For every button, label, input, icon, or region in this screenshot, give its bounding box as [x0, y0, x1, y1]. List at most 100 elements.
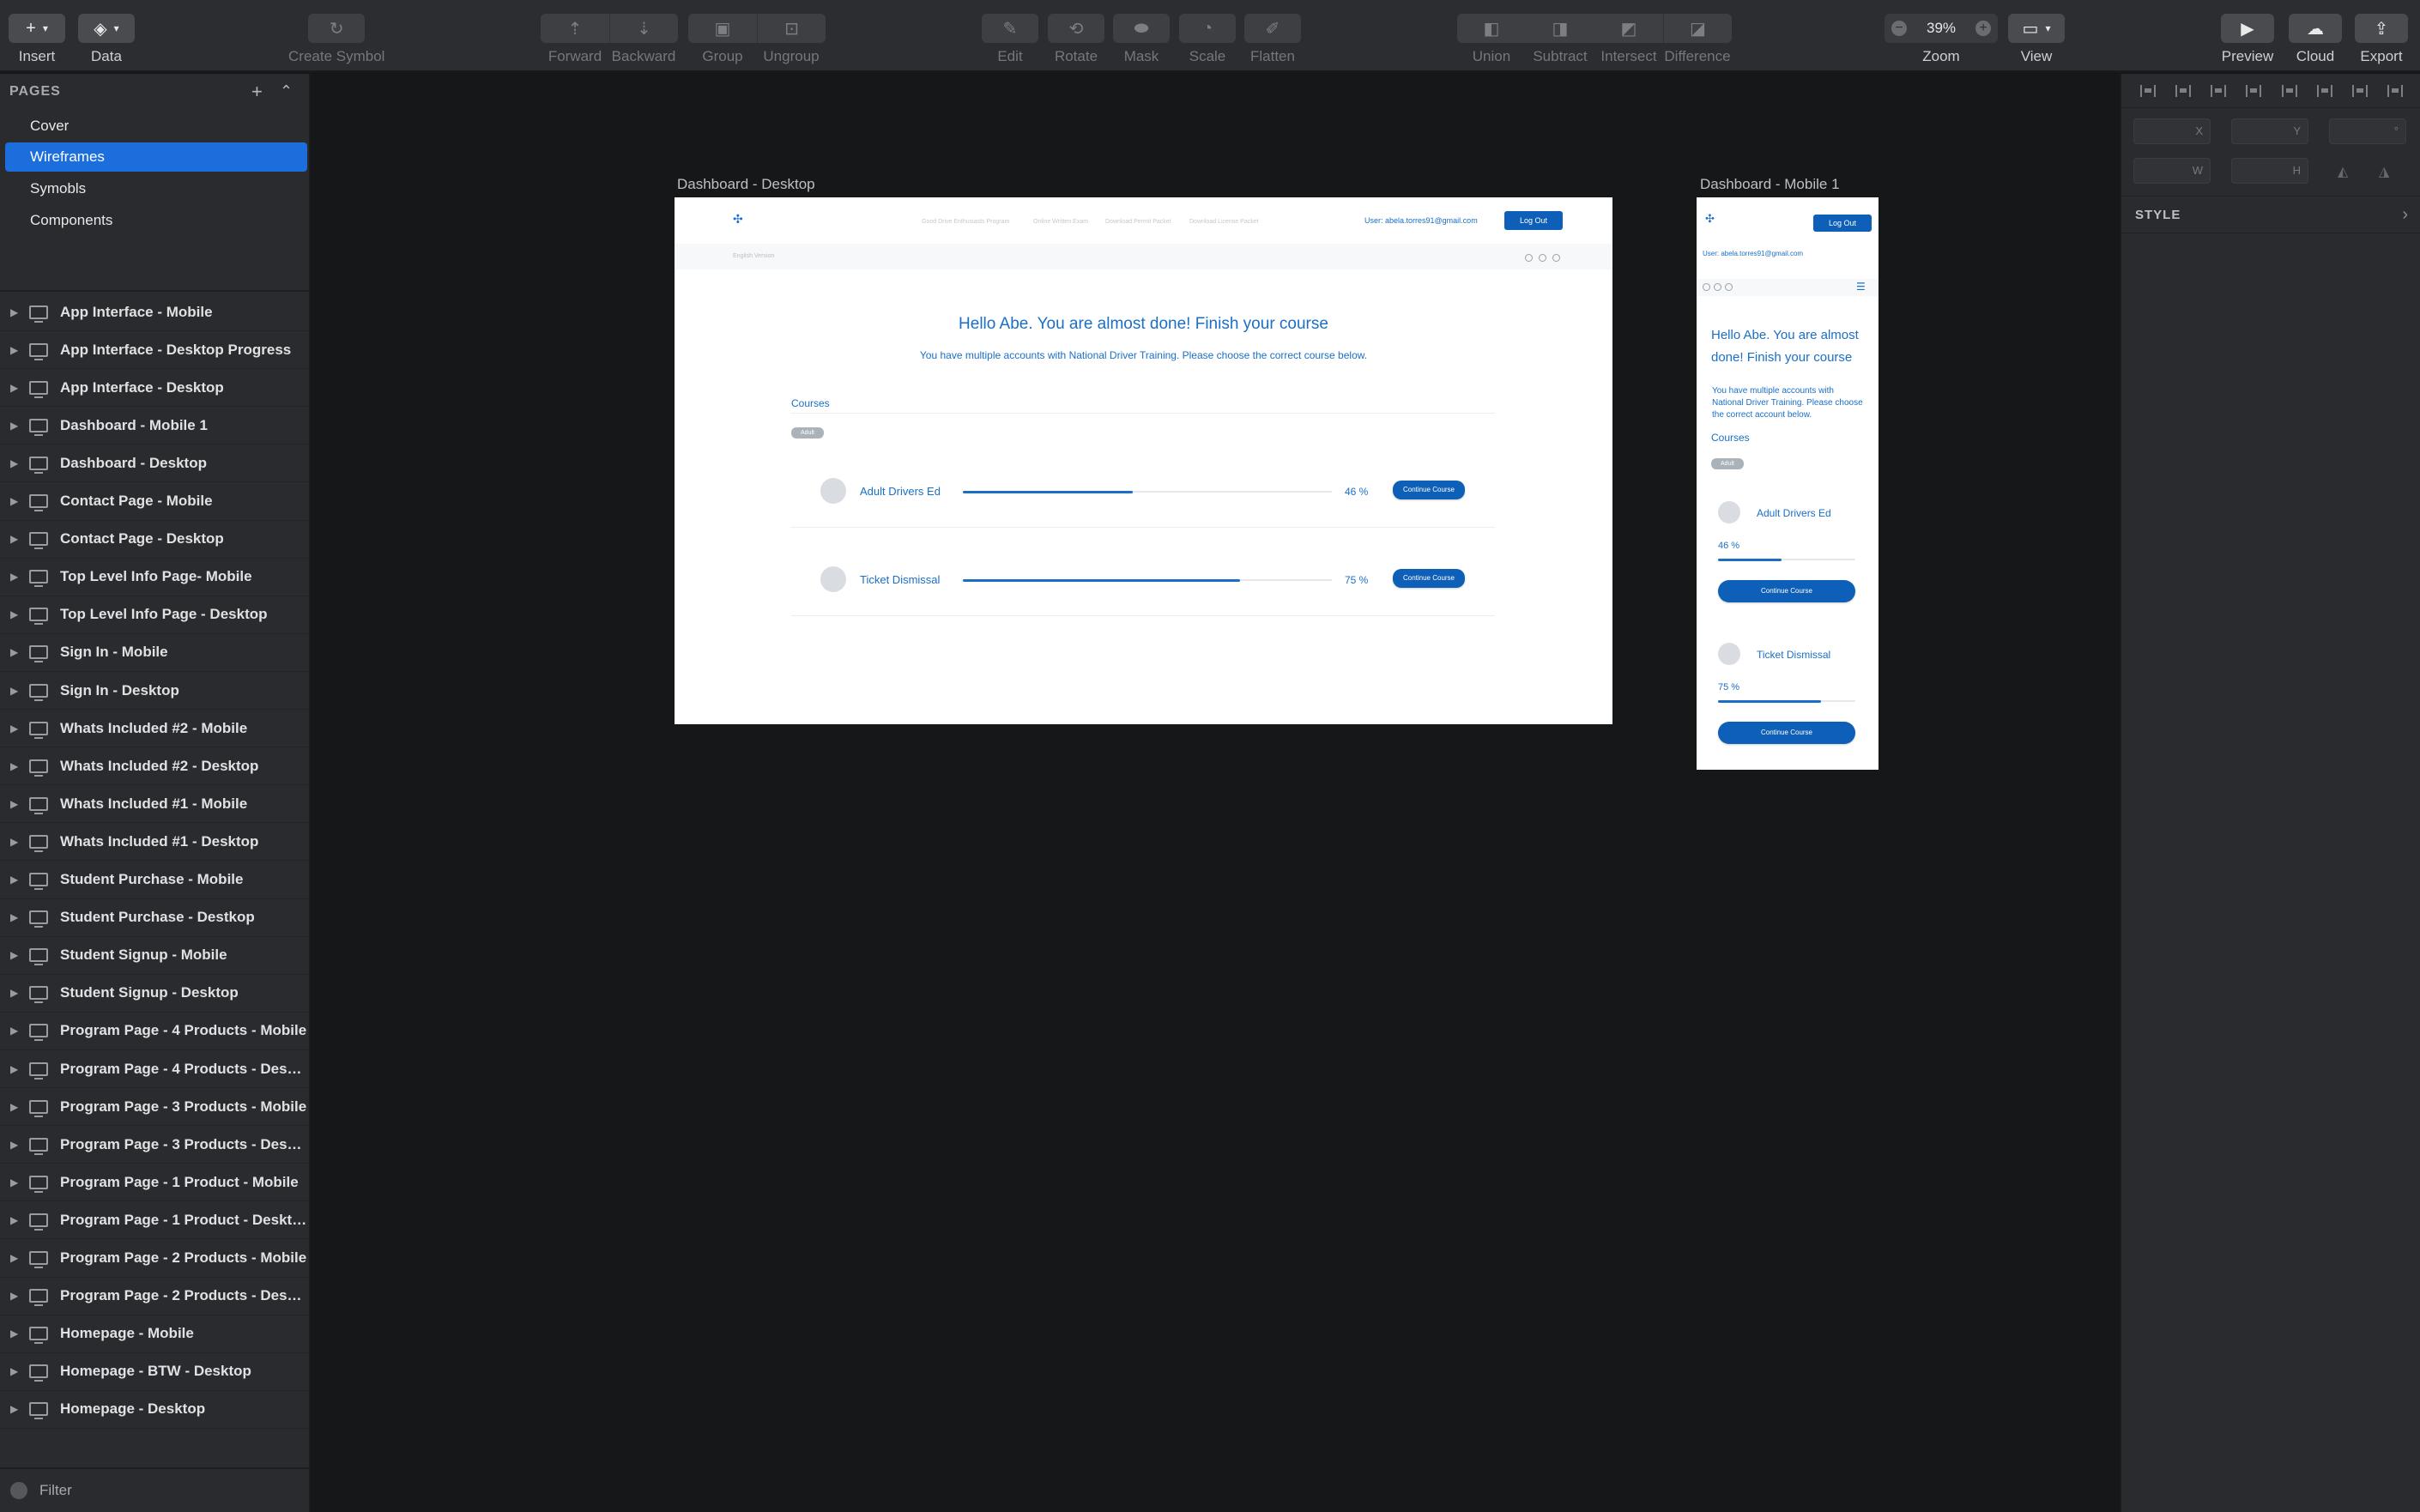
cloud-tool[interactable]: ☁ Cloud	[2289, 14, 2342, 65]
disclosure-triangle-icon[interactable]: ▶	[10, 911, 26, 923]
disclosure-triangle-icon[interactable]: ▶	[10, 1365, 26, 1377]
difference-icon[interactable]: ◪	[1663, 14, 1732, 43]
social-icon-3[interactable]	[1725, 283, 1733, 291]
view-tool[interactable]: ▭ ▾ View	[2008, 14, 2065, 65]
disclosure-triangle-icon[interactable]: ▶	[10, 685, 26, 697]
disclosure-triangle-icon[interactable]: ▶	[10, 306, 26, 318]
flatten-icon[interactable]: ✐	[1244, 14, 1301, 43]
layer-item[interactable]: ▶ Program Page - 1 Product - Mobile	[0, 1164, 309, 1202]
layer-item[interactable]: ▶ App Interface - Mobile	[0, 293, 309, 331]
disclosure-triangle-icon[interactable]: ▶	[10, 533, 26, 545]
continue-course-button[interactable]: Continue Course	[1718, 580, 1855, 602]
flip-horizontal-icon[interactable]: ◭	[2338, 163, 2348, 180]
align-center-icon[interactable]	[2246, 84, 2262, 97]
nav-link[interactable]: Download License Packet	[1189, 219, 1259, 225]
data-tool[interactable]: ◈ ▾ Data	[78, 14, 135, 65]
layer-item[interactable]: ▶ App Interface - Desktop	[0, 369, 309, 408]
course-name[interactable]: Adult Drivers Ed	[1757, 507, 1831, 519]
layer-item[interactable]: ▶ Program Page - 4 Products - Desktop	[0, 1050, 309, 1088]
course-name[interactable]: Ticket Dismissal	[860, 573, 940, 586]
disclosure-triangle-icon[interactable]: ▶	[10, 1403, 26, 1415]
layer-item[interactable]: ▶ Homepage - Mobile	[0, 1315, 309, 1353]
y-field[interactable]: Y	[2231, 118, 2308, 144]
layer-item[interactable]: ▶ Student Purchase - Mobile	[0, 862, 309, 899]
layer-item[interactable]: ▶ Dashboard - Desktop	[0, 445, 309, 483]
disclosure-triangle-icon[interactable]: ▶	[10, 723, 26, 735]
social-icon-1[interactable]	[1703, 283, 1710, 291]
layer-item[interactable]: ▶ Whats Included #2 - Mobile	[0, 710, 309, 748]
align-bottom-icon[interactable]	[2387, 84, 2404, 97]
intersect-icon[interactable]: ◩	[1594, 14, 1663, 43]
artboard-dashboard-desktop[interactable]: ✣ Good Drive Enthusiasts Program Online …	[675, 197, 1612, 724]
add-page-icon[interactable]: +	[251, 81, 263, 103]
disclosure-triangle-icon[interactable]: ▶	[10, 1252, 26, 1264]
edit-icon[interactable]: ✎	[982, 14, 1038, 43]
edit-tool[interactable]: ✎ Edit	[982, 14, 1038, 65]
logout-button[interactable]: Log Out	[1813, 215, 1872, 232]
layer-item[interactable]: ▶ Student Purchase - Destkop	[0, 899, 309, 937]
continue-course-button[interactable]: Continue Course	[1718, 722, 1855, 744]
subtract-icon[interactable]: ◨	[1526, 14, 1594, 43]
preview-tool[interactable]: ▶ Preview	[2221, 14, 2274, 65]
create-symbol-tool[interactable]: ↻ Create Symbol	[288, 14, 384, 65]
collapse-pages-icon[interactable]: ⌃	[280, 82, 293, 100]
hamburger-menu-icon[interactable]: ☰	[1856, 281, 1866, 293]
continue-course-button[interactable]: Continue Course	[1393, 481, 1465, 499]
distribute-horizontal-icon[interactable]	[2139, 84, 2156, 97]
page-item-wireframes[interactable]: Wireframes	[5, 142, 307, 172]
artboard-label-desktop[interactable]: Dashboard - Desktop	[677, 176, 815, 193]
layer-item[interactable]: ▶ Student Signup - Mobile	[0, 937, 309, 975]
social-icon-2[interactable]	[1539, 254, 1546, 262]
layer-item[interactable]: ▶ Contact Page - Desktop	[0, 521, 309, 559]
chevron-right-icon[interactable]: ›	[2402, 205, 2408, 225]
disclosure-triangle-icon[interactable]: ▶	[10, 874, 26, 886]
disclosure-triangle-icon[interactable]: ▶	[10, 1214, 26, 1226]
layer-item[interactable]: ▶ Program Page - 3 Products - Mobile	[0, 1088, 309, 1127]
disclosure-triangle-icon[interactable]: ▶	[10, 420, 26, 432]
continue-course-button[interactable]: Continue Course	[1393, 569, 1465, 588]
disclosure-triangle-icon[interactable]: ▶	[10, 1328, 26, 1340]
symbol-icon[interactable]: ↻	[308, 14, 366, 43]
x-field[interactable]: X	[2133, 118, 2211, 144]
course-name[interactable]: Adult Drivers Ed	[860, 485, 941, 498]
social-icon-1[interactable]	[1525, 254, 1533, 262]
layer-item[interactable]: ▶ Whats Included #2 - Desktop	[0, 747, 309, 786]
height-field[interactable]: H	[2231, 158, 2308, 184]
scale-tool[interactable]: ◔ Scale	[1179, 14, 1236, 65]
disclosure-triangle-icon[interactable]: ▶	[10, 344, 26, 356]
layer-item[interactable]: ▶ Program Page - 4 Products - Mobile	[0, 1013, 309, 1050]
width-field[interactable]: W	[2133, 158, 2211, 184]
disclosure-triangle-icon[interactable]: ▶	[10, 571, 26, 583]
forward-icon[interactable]: ⇡	[541, 14, 609, 43]
layer-item[interactable]: ▶ Top Level Info Page - Desktop	[0, 596, 309, 634]
ungroup-icon[interactable]: ⊡	[757, 14, 826, 43]
cloud-icon[interactable]: ☁	[2289, 14, 2342, 43]
layer-item[interactable]: ▶ Student Signup - Desktop	[0, 975, 309, 1013]
disclosure-triangle-icon[interactable]: ▶	[10, 987, 26, 999]
language-link[interactable]: English Version	[733, 253, 774, 259]
union-icon[interactable]: ◧	[1457, 14, 1526, 43]
flatten-tool[interactable]: ✐ Flatten	[1244, 14, 1301, 65]
layer-item[interactable]: ▶ Whats Included #1 - Desktop	[0, 823, 309, 862]
disclosure-triangle-icon[interactable]: ▶	[10, 1063, 26, 1075]
align-right-icon[interactable]	[2281, 84, 2297, 97]
disclosure-triangle-icon[interactable]: ▶	[10, 949, 26, 961]
social-icon-2[interactable]	[1714, 283, 1721, 291]
disclosure-triangle-icon[interactable]: ▶	[10, 760, 26, 772]
disclosure-triangle-icon[interactable]: ▶	[10, 495, 26, 507]
disclosure-triangle-icon[interactable]: ▶	[10, 1176, 26, 1188]
layer-item[interactable]: ▶ Contact Page - Mobile	[0, 483, 309, 521]
play-icon[interactable]: ▶	[2221, 14, 2274, 43]
style-section[interactable]: STYLE ›	[2121, 196, 2420, 233]
plus-icon[interactable]: + ▾	[9, 14, 65, 43]
rotate-tool[interactable]: ⟲ Rotate	[1048, 14, 1104, 65]
export-tool[interactable]: ⇪ Export	[2355, 14, 2408, 65]
artboard-label-mobile[interactable]: Dashboard - Mobile 1	[1700, 176, 1840, 193]
mask-icon[interactable]: ⬬	[1113, 14, 1170, 43]
rotate-icon[interactable]: ⟲	[1048, 14, 1104, 43]
layer-item[interactable]: ▶ Dashboard - Mobile 1	[0, 407, 309, 445]
insert-tool[interactable]: + ▾ Insert	[9, 14, 65, 65]
nav-link[interactable]: Good Drive Enthusiasts Program	[922, 219, 1009, 225]
disclosure-triangle-icon[interactable]: ▶	[10, 836, 26, 848]
nav-link[interactable]: Online Written Exam	[1033, 219, 1088, 225]
